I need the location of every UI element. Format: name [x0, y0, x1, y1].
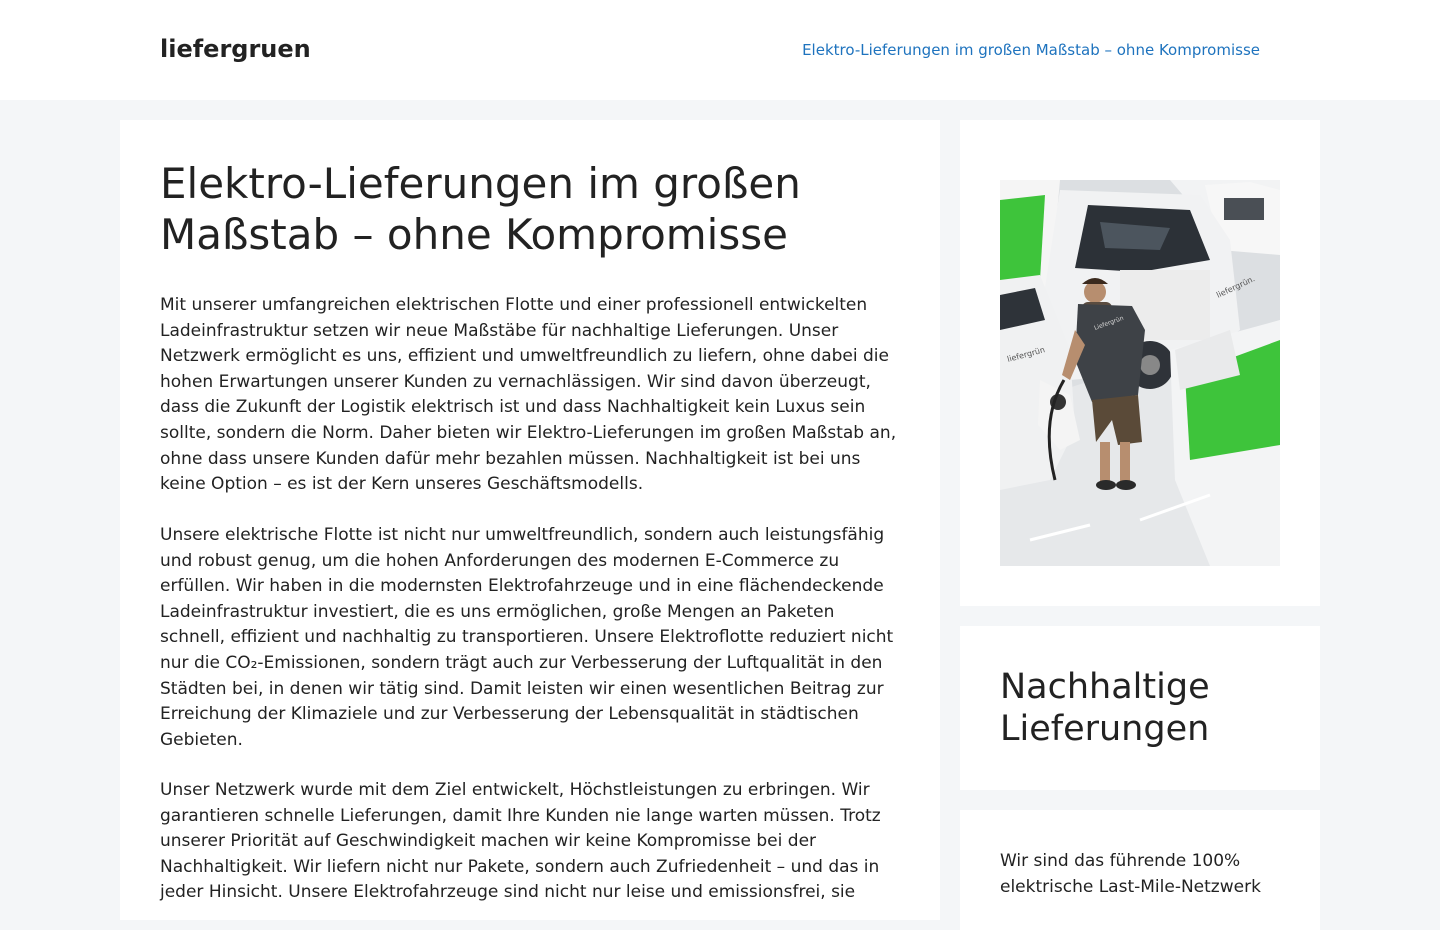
article-paragraph-1: Mit unserer umfangreichen elektrischen F… [160, 295, 897, 495]
sidebar-description: Wir sind das führende 100% elektrische L… [1000, 851, 1261, 897]
sidebar-image-widget: liefergrün. liefergrün Liefergrün [960, 120, 1320, 606]
site-header: liefergruen Elektro-Lieferungen im große… [0, 0, 1440, 100]
article-card: Elektro-Lieferungen im großen Maßstab – … [120, 120, 940, 920]
site-logo[interactable]: liefergruen [160, 34, 311, 64]
sidebar-heading: Nachhaltige Lieferungen [1000, 667, 1210, 749]
page-title: Elektro-Lieferungen im großen Maßstab – … [160, 159, 801, 259]
nav-link-home[interactable]: Elektro-Lieferungen im großen Maßstab – … [802, 40, 1260, 60]
article-paragraph-3: Unser Netzwerk wurde mit dem Ziel entwic… [160, 780, 881, 903]
sidebar-text-widget: Wir sind das führende 100% elektrische L… [960, 810, 1320, 930]
article-paragraph-2: Unsere elektrische Flotte ist nicht nur … [160, 525, 894, 750]
delivery-van-photo: liefergrün. liefergrün Liefergrün [1000, 180, 1280, 566]
sidebar-heading-widget: Nachhaltige Lieferungen [960, 626, 1320, 790]
